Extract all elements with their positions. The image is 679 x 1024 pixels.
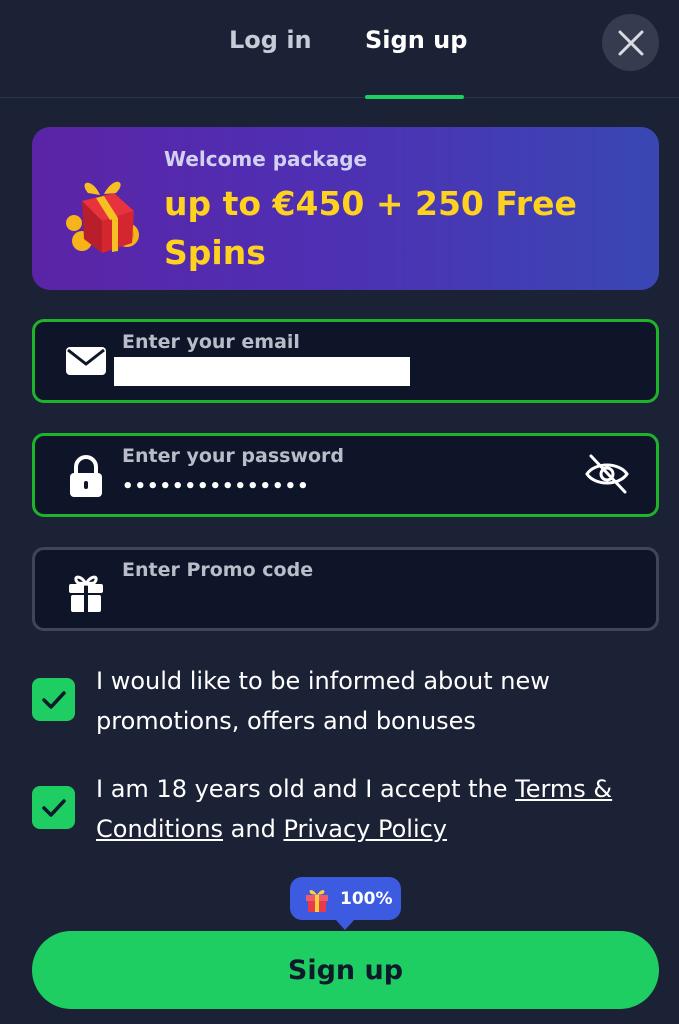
password-input[interactable]: ••••••••••••••• [122,476,310,497]
promo-code-field[interactable]: Enter Promo code [32,547,659,631]
lock-icon [70,455,102,497]
welcome-banner: Welcome package up to €450 + 250 Free Sp… [32,127,659,290]
badge-percent: 100% [340,888,393,909]
gift-icon [69,575,103,612]
password-field[interactable]: Enter your password ••••••••••••••• [32,433,659,517]
tab-sign-up[interactable]: Sign up [365,26,468,99]
email-input[interactable] [114,357,410,386]
auth-header: Log in Sign up [0,0,679,99]
gift-box-icon [66,181,139,253]
terms-checkbox[interactable] [32,786,75,829]
promotions-consent-text: I would like to be informed about new pr… [96,667,550,735]
checkmark-icon [41,690,66,709]
eye-off-icon[interactable] [583,450,631,498]
tab-sign-up-label: Sign up [365,26,468,54]
bonus-badge: 100% [290,877,401,930]
terms-prefix: I am 18 years old and I accept the [96,775,516,803]
password-placeholder-label: Enter your password [122,445,345,467]
checkmark-icon [41,798,66,817]
sign-up-button[interactable]: Sign up [32,931,659,1009]
banner-subtitle: Welcome package [164,147,368,171]
privacy-link[interactable]: Privacy Policy [283,815,447,843]
banner-title: up to €450 + 250 Free Spins [164,184,577,272]
promo-placeholder-label: Enter Promo code [122,559,314,581]
promotions-checkbox[interactable] [32,678,75,721]
email-placeholder-label: Enter your email [122,331,300,353]
email-field[interactable]: Enter your email [32,319,659,403]
close-icon [618,30,643,55]
tab-log-in[interactable]: Log in [229,26,312,98]
gift-icon [306,889,328,912]
terms-consent-text: I am 18 years old and I accept the Terms… [96,769,656,849]
terms-middle: and [223,815,284,843]
active-tab-indicator [365,95,464,99]
close-button[interactable] [602,14,659,71]
envelope-icon [66,347,106,375]
